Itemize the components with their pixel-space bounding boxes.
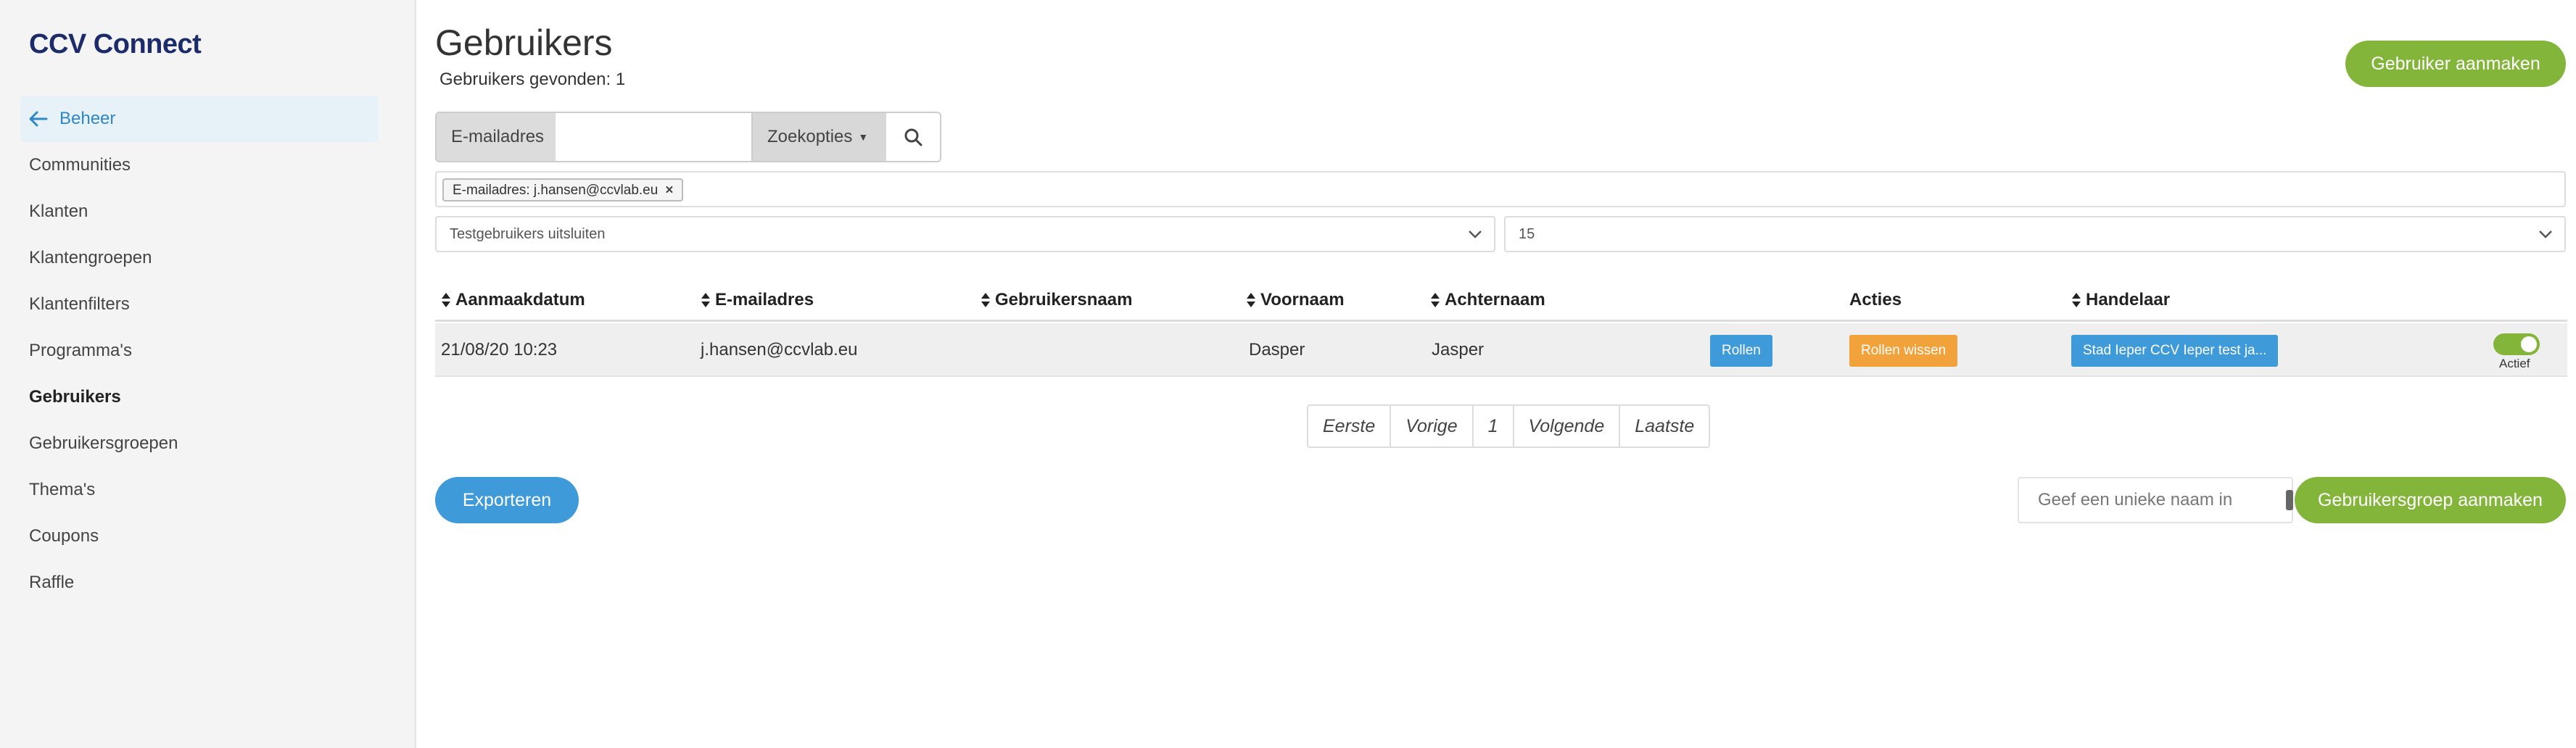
search-input[interactable] bbox=[556, 113, 753, 161]
column-header-username-label: Gebruikersnaam bbox=[995, 290, 1133, 309]
create-user-button[interactable]: Gebruiker aanmaken bbox=[2345, 41, 2566, 87]
cell-lastname: Jasper bbox=[1432, 340, 1485, 360]
pagination-last[interactable]: Laatste bbox=[1620, 406, 1709, 446]
column-header-email-label: E-mailadres bbox=[715, 290, 814, 309]
active-toggle[interactable] bbox=[2493, 333, 2540, 355]
sidebar-item-klantenfilters[interactable]: Klantenfilters bbox=[20, 281, 379, 328]
sort-icon bbox=[701, 293, 710, 307]
column-header-actions-label: Acties bbox=[1849, 290, 1902, 309]
app-brand: CCV Connect bbox=[29, 29, 202, 59]
input-handle-icon bbox=[2286, 490, 2293, 510]
sidebar-item-communities[interactable]: Communities bbox=[20, 142, 379, 188]
sidebar-item-gebruikers[interactable]: Gebruikers bbox=[20, 374, 379, 420]
pagination: Eerste Vorige 1 Volgende Laatste bbox=[1307, 404, 1711, 448]
sidebar-item-programmas[interactable]: Programma's bbox=[20, 328, 379, 374]
active-filters: E-mailadres: j.hansen@ccvlab.eu × bbox=[435, 171, 2566, 207]
column-header-lastname[interactable]: Achternaam bbox=[1430, 290, 1545, 310]
cell-email: j.hansen@ccvlab.eu bbox=[701, 340, 858, 360]
column-header-lastname-label: Achternaam bbox=[1445, 290, 1545, 309]
sidebar-item-raffle[interactable]: Raffle bbox=[20, 560, 379, 606]
page-size-select[interactable]: 15 bbox=[1504, 216, 2566, 252]
search-bar: E-mailadres Zoekopties ▼ bbox=[435, 112, 941, 162]
users-table: Aanmaakdatum E-mailadres Gebruikersnaam … bbox=[435, 281, 2567, 377]
column-header-created[interactable]: Aanmaakdatum bbox=[441, 290, 585, 310]
sidebar-item-klantengroepen[interactable]: Klantengroepen bbox=[20, 235, 379, 281]
roles-button[interactable]: Rollen bbox=[1710, 335, 1772, 367]
pagination-next[interactable]: Volgende bbox=[1514, 406, 1621, 446]
sort-icon bbox=[1247, 293, 1255, 307]
sidebar-item-coupons[interactable]: Coupons bbox=[20, 513, 379, 560]
remove-filter-icon[interactable]: × bbox=[665, 183, 673, 198]
active-toggle-label: Actief bbox=[2499, 357, 2530, 370]
test-users-select[interactable]: Testgebruikers uitsluiten bbox=[435, 216, 1495, 252]
test-users-value: Testgebruikers uitsluiten bbox=[450, 226, 606, 242]
sidebar-item-klanten[interactable]: Klanten bbox=[20, 188, 379, 235]
sidebar-back-label: Beheer bbox=[59, 109, 116, 128]
caret-down-icon: ▼ bbox=[858, 131, 869, 143]
chevron-down-icon bbox=[1469, 230, 1482, 238]
column-header-actions: Acties bbox=[1849, 290, 1902, 310]
pagination-page-1[interactable]: 1 bbox=[1474, 406, 1514, 446]
sort-icon bbox=[981, 293, 990, 307]
table-header: Aanmaakdatum E-mailadres Gebruikersnaam … bbox=[435, 281, 2567, 322]
chevron-down-icon bbox=[2539, 230, 2552, 238]
main-content: Gebruikers Gebruikers gevonden: 1 Gebrui… bbox=[435, 0, 2567, 748]
column-header-firstname-label: Voornaam bbox=[1260, 290, 1345, 309]
sidebar-nav: Beheer Communities Klanten Klantengroepe… bbox=[20, 96, 379, 606]
clear-roles-button[interactable]: Rollen wissen bbox=[1849, 335, 1958, 367]
sort-icon bbox=[2072, 293, 2081, 307]
filter-chip-label: E-mailadres: j.hansen@ccvlab.eu bbox=[453, 183, 659, 198]
pagination-first[interactable]: Eerste bbox=[1308, 406, 1392, 446]
search-options-label: Zoekopties bbox=[767, 127, 853, 146]
table-row: 21/08/20 10:23 j.hansen@ccvlab.eu Dasper… bbox=[435, 323, 2567, 377]
column-header-email[interactable]: E-mailadres bbox=[701, 290, 814, 310]
arrow-left-icon bbox=[29, 111, 48, 127]
column-header-username[interactable]: Gebruikersnaam bbox=[981, 290, 1132, 310]
search-field-label: E-mailadres bbox=[437, 113, 556, 161]
cell-created: 21/08/20 10:23 bbox=[441, 340, 558, 360]
cell-firstname: Dasper bbox=[1249, 340, 1305, 360]
result-count: Gebruikers gevonden: 1 bbox=[439, 70, 626, 89]
merchant-button[interactable]: Stad Ieper CCV Ieper test ja... bbox=[2071, 335, 2279, 367]
toggle-knob bbox=[2521, 336, 2537, 352]
column-header-merchant-label: Handelaar bbox=[2086, 290, 2171, 309]
sort-icon bbox=[1431, 293, 1440, 307]
sidebar-item-themas[interactable]: Thema's bbox=[20, 467, 379, 513]
sidebar-item-gebruikersgroepen[interactable]: Gebruikersgroepen bbox=[20, 420, 379, 467]
search-button[interactable] bbox=[886, 113, 940, 161]
column-header-firstname[interactable]: Voornaam bbox=[1246, 290, 1345, 310]
page-size-value: 15 bbox=[1519, 226, 1535, 242]
column-header-merchant[interactable]: Handelaar bbox=[2071, 290, 2170, 310]
export-button[interactable]: Exporteren bbox=[435, 477, 579, 523]
create-group-button[interactable]: Gebruikersgroep aanmaken bbox=[2295, 477, 2566, 523]
group-name-input[interactable]: Geef een unieke naam in bbox=[2018, 477, 2293, 523]
column-header-created-label: Aanmaakdatum bbox=[455, 290, 585, 309]
search-icon bbox=[904, 128, 922, 146]
sidebar: CCV Connect Beheer Communities Klanten K… bbox=[0, 0, 416, 748]
sidebar-back-link[interactable]: Beheer bbox=[20, 96, 379, 142]
sort-icon bbox=[442, 293, 450, 307]
search-options-dropdown[interactable]: Zoekopties ▼ bbox=[753, 113, 886, 161]
filter-chip: E-mailadres: j.hansen@ccvlab.eu × bbox=[442, 178, 684, 201]
page-title: Gebruikers bbox=[435, 22, 613, 63]
pagination-prev[interactable]: Vorige bbox=[1391, 406, 1474, 446]
